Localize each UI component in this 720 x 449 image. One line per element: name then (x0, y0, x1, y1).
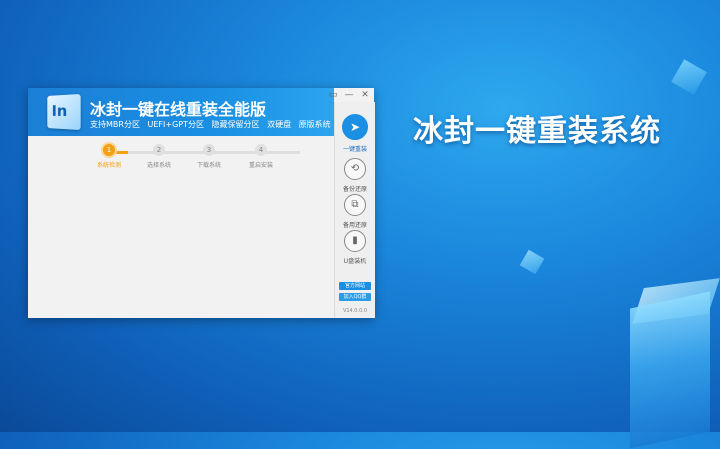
step-system-check: 1 系统检测 (84, 144, 134, 169)
app-logo: In (47, 93, 81, 131)
qq-group-link[interactable]: 加入QQ群 (339, 293, 371, 301)
decorative-cube (671, 59, 707, 95)
sidebar-links: 官方网站 加入QQ群 (339, 282, 371, 304)
cursor-icon: ➤ (342, 114, 368, 140)
sidebar-item-backup-restore[interactable]: ⟲ 备份还原 (335, 158, 375, 193)
step-label: 下载系统 (196, 162, 221, 169)
spare-restore-icon: ⧉ (344, 194, 366, 216)
hero-title: 冰封一键重装系统 (413, 114, 661, 149)
step-number: 4 (255, 144, 267, 156)
logo-text: In (51, 101, 68, 121)
step-number: 2 (153, 144, 165, 156)
feature-item: 支持MBR分区 (90, 120, 140, 129)
feature-list: 支持MBR分区 UEFI+GPT分区 隐藏保留分区 双硬盘 原版系统 (90, 119, 334, 130)
feature-item: 原版系统 (298, 120, 331, 129)
version-label: V14.0.0.0 (342, 308, 368, 314)
step-restart-install: 4 重启安装 (236, 144, 286, 169)
website-link[interactable]: 官方网站 (339, 282, 371, 290)
step-select-system: 2 选择系统 (134, 144, 184, 169)
step-number: 1 (103, 144, 115, 156)
close-icon[interactable]: ✕ (360, 90, 370, 100)
feature-item: 双硬盘 (267, 120, 292, 129)
sidebar: ➤ 一键重装 ⟲ 备份还原 ⧉ 备用还原 ▮ U盘装机 官方网站 加入QQ群 V… (334, 102, 375, 318)
sidebar-item-spare-restore[interactable]: ⧉ 备用还原 (335, 194, 375, 229)
feature-item: 隐藏保留分区 (211, 120, 260, 129)
sidebar-item-usb-install[interactable]: ▮ U盘装机 (335, 230, 375, 265)
usb-icon: ▮ (344, 230, 366, 252)
app-header: In 冰封一键在线重装全能版 支持MBR分区 UEFI+GPT分区 隐藏保留分区… (28, 88, 334, 136)
sidebar-item-label: 一键重装 (342, 146, 367, 153)
app-window: In 冰封一键在线重装全能版 支持MBR分区 UEFI+GPT分区 隐藏保留分区… (28, 88, 375, 318)
step-number: 3 (203, 144, 215, 156)
app-title: 冰封一键在线重装全能版 (90, 100, 267, 119)
sidebar-item-label: U盘装机 (343, 258, 367, 265)
step-download-system: 3 下载系统 (184, 144, 234, 169)
feature-item: UEFI+GPT分区 (147, 120, 204, 129)
decorative-cube (519, 249, 545, 275)
window-controls: ▭ — ✕ (328, 90, 370, 100)
backup-restore-icon: ⟲ (344, 158, 366, 180)
progress-steps: 1 系统检测 2 选择系统 3 下载系统 4 重启安装 (88, 144, 318, 178)
step-label: 选择系统 (146, 162, 171, 169)
sidebar-item-one-click-reinstall[interactable]: ➤ 一键重装 (335, 114, 375, 153)
menu-icon[interactable]: ▭ (328, 90, 338, 100)
sidebar-item-label: 备份还原 (342, 186, 367, 193)
step-label: 重启安装 (248, 162, 273, 169)
step-label: 系统检测 (96, 162, 121, 169)
decorative-pillar (630, 291, 710, 449)
sidebar-item-label: 备用还原 (342, 222, 367, 229)
minimize-icon[interactable]: — (344, 90, 354, 100)
